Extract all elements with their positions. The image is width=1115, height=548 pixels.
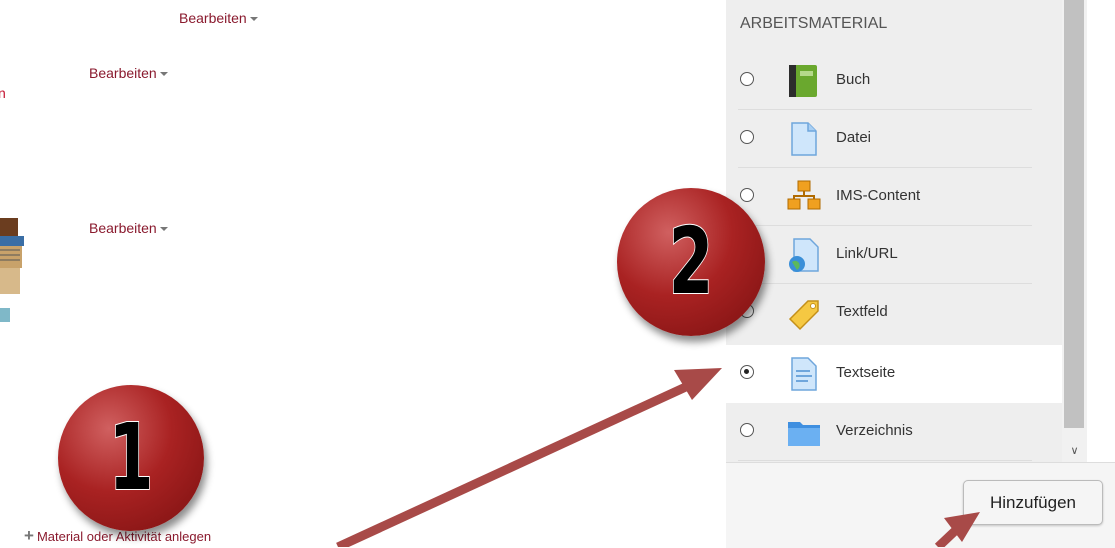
label-tag-icon xyxy=(788,300,819,331)
edit-menu-link[interactable]: Bearbeiten xyxy=(179,10,258,26)
truncated-link-text[interactable]: n xyxy=(0,85,6,101)
scrollbar-thumb[interactable] xyxy=(1064,0,1084,428)
scrollbar[interactable]: ∨ xyxy=(1062,0,1087,462)
edit-menu-label: Bearbeiten xyxy=(89,65,157,81)
option-label: Verzeichnis xyxy=(836,422,913,439)
page-icon xyxy=(791,357,817,391)
chevron-down-icon[interactable]: ∨ xyxy=(1062,440,1087,462)
option-textseite[interactable]: Textseite xyxy=(726,345,1062,403)
option-label: Buch xyxy=(836,71,871,88)
callout-badge-1: 1 xyxy=(58,385,204,531)
add-activity-label: Material oder Aktivität anlegen xyxy=(36,529,212,544)
course-activity-illustration xyxy=(0,218,24,322)
folder-icon xyxy=(788,422,820,446)
callout-number: 2 xyxy=(668,207,714,316)
arrow-line-to-option xyxy=(336,380,692,547)
option-buch[interactable]: Buch xyxy=(726,52,1062,110)
radio-button-checked[interactable] xyxy=(740,365,754,379)
option-link-url[interactable]: Link/URL xyxy=(726,226,1062,284)
option-label: Textfeld xyxy=(836,303,888,320)
radio-button[interactable] xyxy=(740,72,754,86)
option-label: Datei xyxy=(836,129,872,146)
section-title: ARBEITSMATERIAL xyxy=(740,15,888,32)
caret-down-icon xyxy=(249,17,258,22)
caret-down-icon xyxy=(159,72,168,77)
plus-icon: + xyxy=(24,526,34,545)
callout-number: 1 xyxy=(108,403,154,512)
arrow-head-icon xyxy=(674,368,722,400)
edit-menu-link[interactable]: Bearbeiten xyxy=(89,65,168,81)
file-icon xyxy=(791,122,817,156)
radio-button[interactable] xyxy=(740,423,754,437)
activity-chooser-dialog: ARBEITSMATERIAL Buch Datei IMS-Content L… xyxy=(726,0,1115,548)
edit-menu-label: Bearbeiten xyxy=(179,10,247,26)
option-label: Textseite xyxy=(836,364,896,381)
edit-menu-link[interactable]: Bearbeiten xyxy=(89,220,168,236)
callout-badge-2: 2 xyxy=(617,188,765,336)
option-label: IMS-Content xyxy=(836,187,921,204)
option-verzeichnis[interactable]: Verzeichnis xyxy=(726,403,1062,461)
option-ims-content[interactable]: IMS-Content xyxy=(726,168,1062,226)
ims-content-icon xyxy=(787,180,821,210)
radio-button[interactable] xyxy=(740,130,754,144)
option-textfeld[interactable]: Textfeld xyxy=(726,284,1062,342)
add-button[interactable]: Hinzufügen xyxy=(963,480,1103,525)
book-icon xyxy=(789,65,817,97)
option-label: Link/URL xyxy=(836,245,898,262)
resource-list: ARBEITSMATERIAL Buch Datei IMS-Content L… xyxy=(726,0,1062,462)
divider xyxy=(738,460,1032,461)
edit-menu-label: Bearbeiten xyxy=(89,220,157,236)
caret-down-icon xyxy=(159,227,168,232)
option-datei[interactable]: Datei xyxy=(726,110,1062,168)
url-icon xyxy=(789,238,819,272)
